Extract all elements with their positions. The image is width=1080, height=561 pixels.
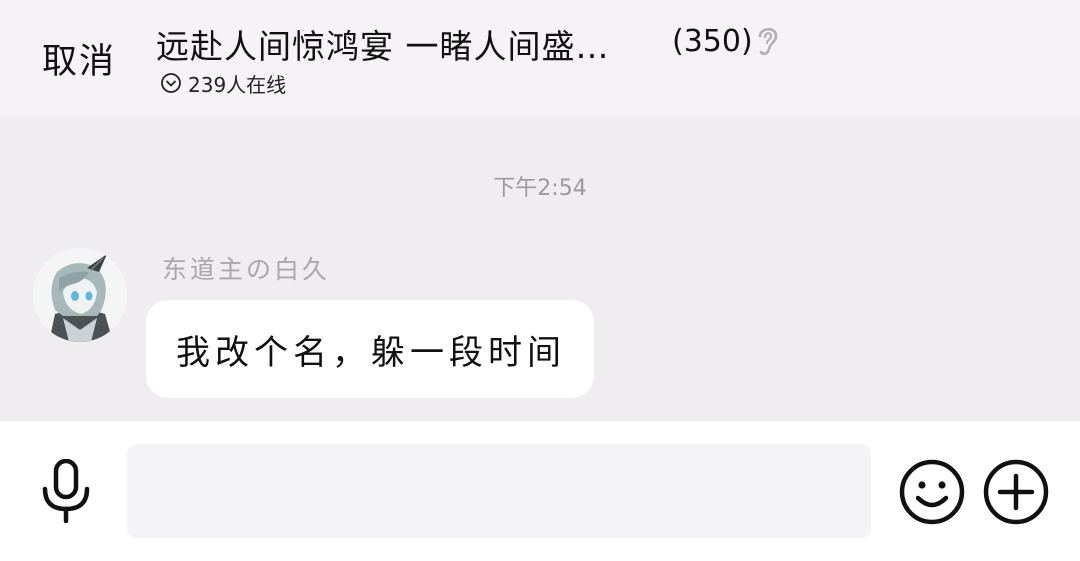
chat-title[interactable]: 远赴人间惊鸿宴 一睹人间盛… xyxy=(156,20,610,68)
avatar[interactable] xyxy=(33,248,127,342)
microphone-icon[interactable] xyxy=(38,459,94,523)
member-count: (350) xyxy=(672,24,753,59)
message-timestamp: 下午2:54 xyxy=(493,176,587,201)
plus-icon[interactable] xyxy=(983,459,1049,525)
message-text: 我改个名，躲一段时间 xyxy=(176,332,566,373)
chat-header: 取消 远赴人间惊鸿宴 一睹人间盛… (350) 239人在线 xyxy=(0,0,1080,116)
message-list: 下午2:54 东道主の白久 我改个名，躲一段时间 xyxy=(0,116,1080,421)
emoji-icon[interactable] xyxy=(899,459,965,525)
input-bar xyxy=(0,421,1080,561)
message-bubble[interactable]: 我改个名，躲一段时间 xyxy=(146,300,594,398)
cancel-button[interactable]: 取消 xyxy=(42,33,116,84)
online-status[interactable]: 239人在线 xyxy=(160,70,287,97)
ear-icon[interactable] xyxy=(752,22,782,58)
online-count-text: 239人在线 xyxy=(188,72,287,97)
message-input[interactable] xyxy=(127,444,871,538)
chevron-down-circle-icon xyxy=(161,73,181,93)
sender-name: 东道主の白久 xyxy=(162,255,331,284)
